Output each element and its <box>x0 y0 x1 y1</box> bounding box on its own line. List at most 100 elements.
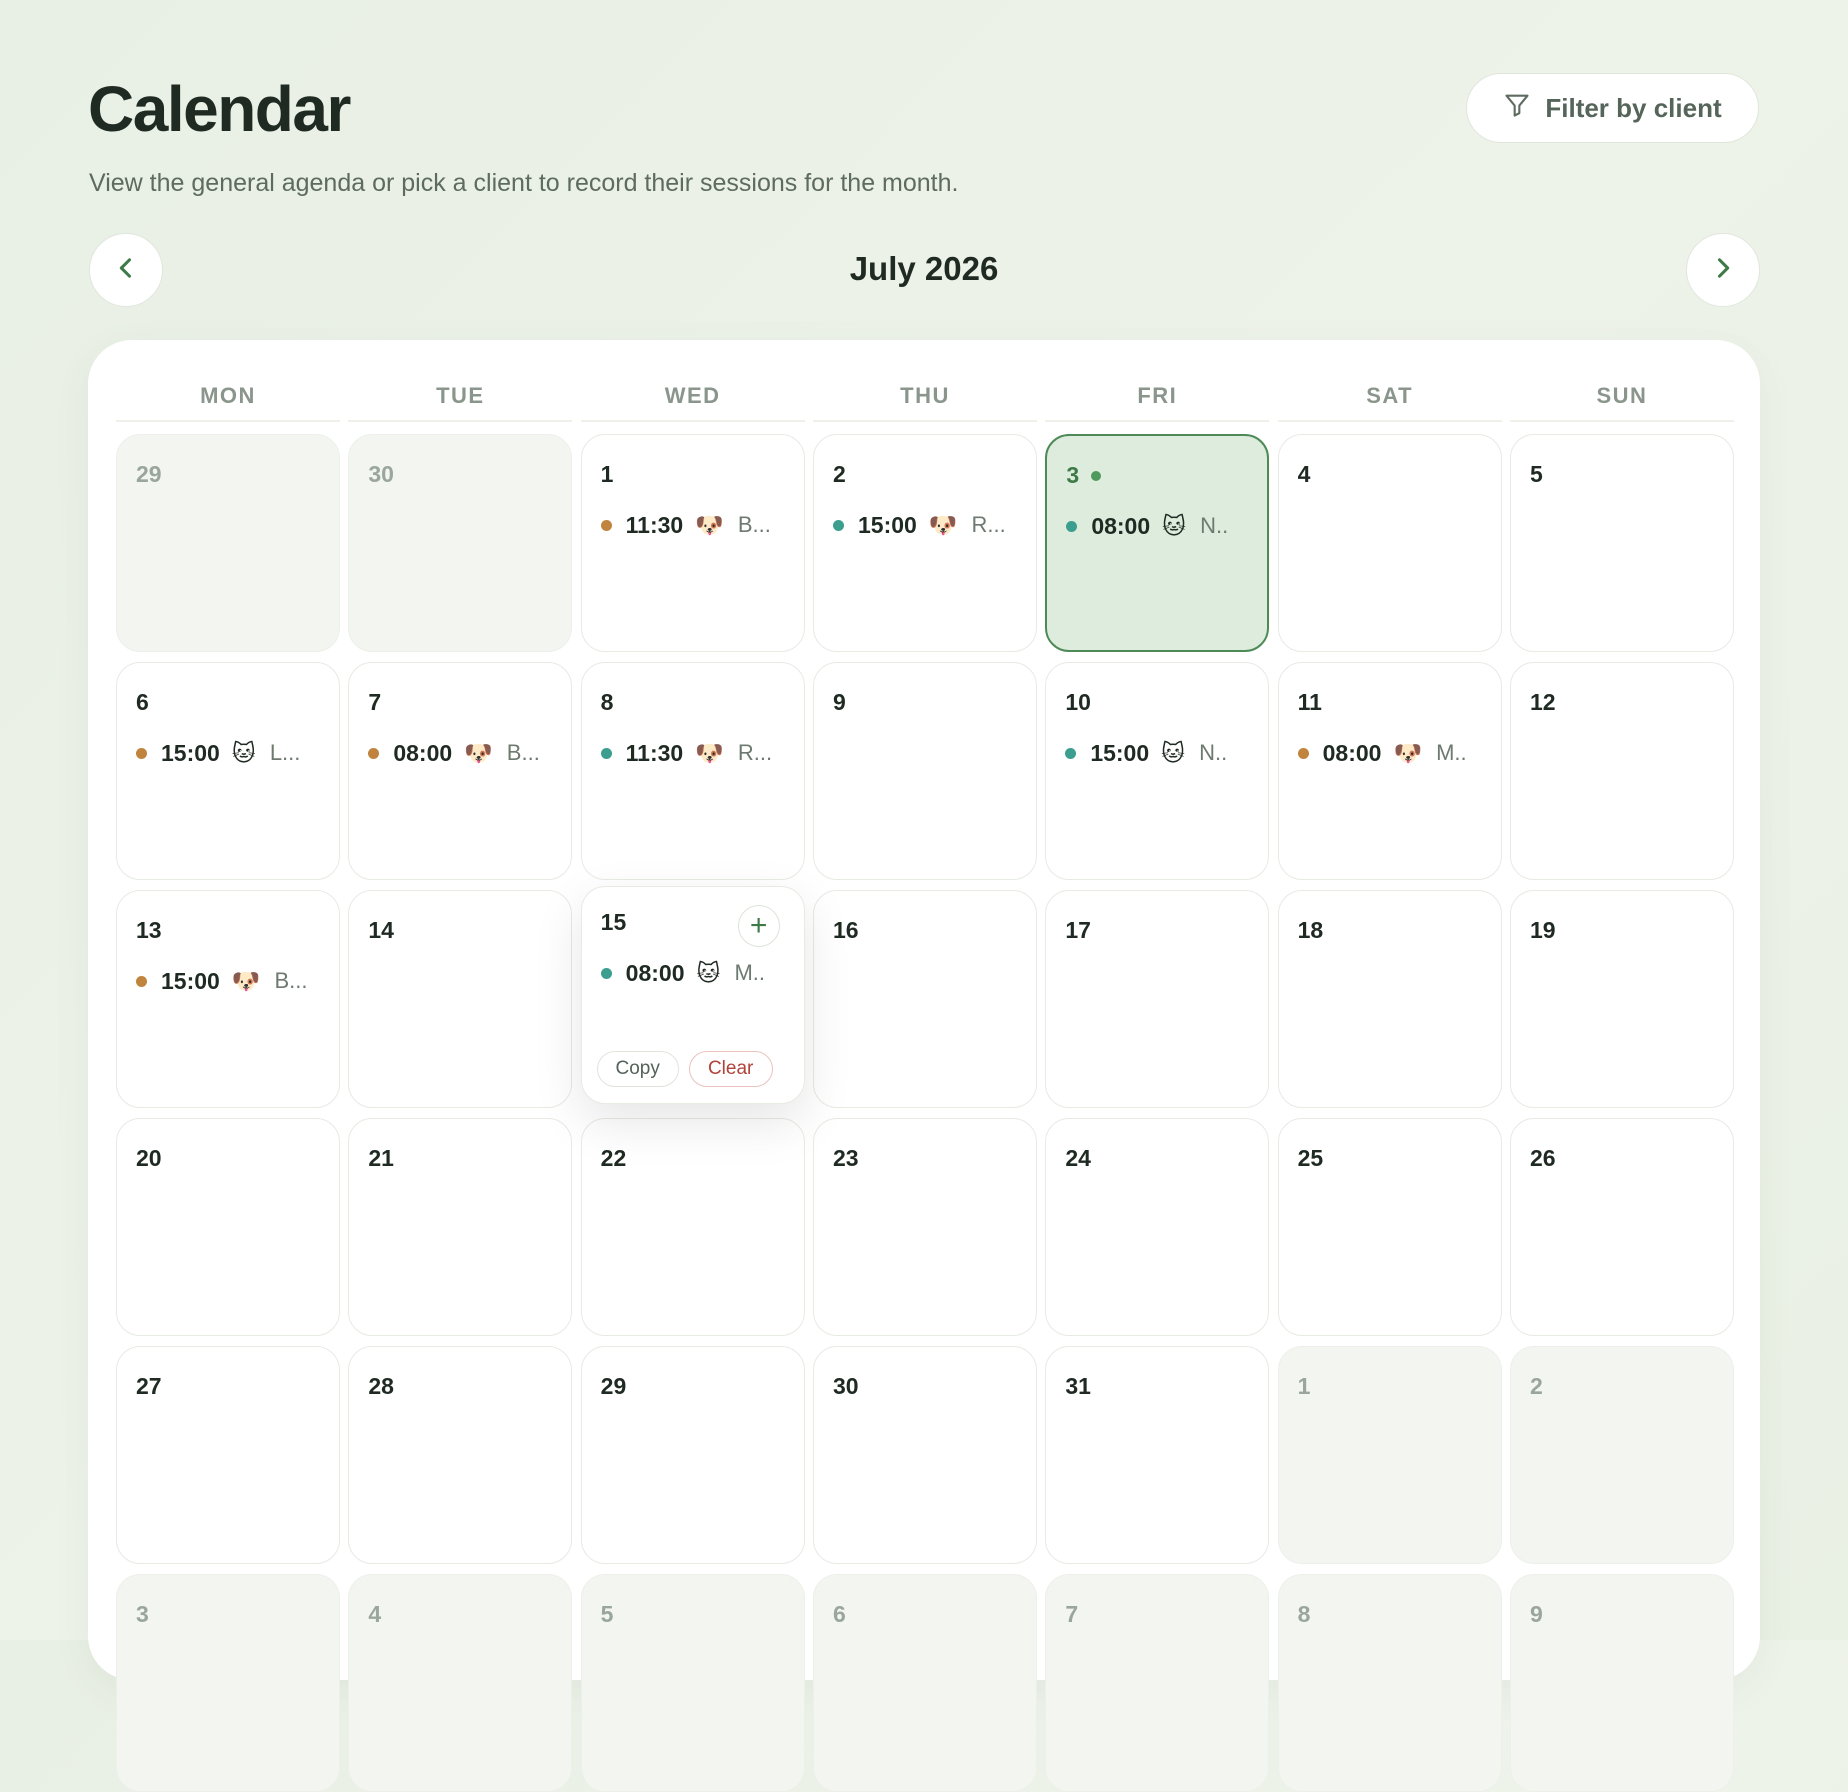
day-cell[interactable]: 5 <box>1509 434 1734 652</box>
day-cell[interactable]: 14 <box>348 890 573 1108</box>
day-number: 28 <box>368 1373 394 1399</box>
day-cell[interactable]: 5 <box>580 1574 805 1792</box>
filter-by-client-label: Filter by client <box>1545 92 1722 123</box>
session-time: 08:00 <box>625 959 685 986</box>
day-cell[interactable]: 17 <box>1045 890 1270 1108</box>
weekday-header-fri: FRI <box>1045 380 1270 422</box>
day-cell[interactable]: 6 15:00 🐱 L... <box>116 662 340 880</box>
day-cell[interactable]: 31 <box>1045 1346 1270 1564</box>
day-number: 16 <box>832 917 859 943</box>
dog-icon: 🐶 <box>928 511 958 538</box>
day-number: 31 <box>1065 1373 1091 1399</box>
copy-day-button[interactable]: Copy <box>596 1051 679 1087</box>
filter-funnel-icon <box>1503 91 1531 126</box>
clear-day-button[interactable]: Clear <box>688 1051 773 1087</box>
page-subtitle: View the general agenda or pick a client… <box>89 169 959 197</box>
day-cell[interactable]: 13 15:00 🐶 B... <box>116 890 340 1108</box>
day-cell[interactable]: 28 <box>348 1346 573 1564</box>
session-client-name: B... <box>274 968 308 993</box>
day-cell[interactable]: 22 <box>580 1118 805 1336</box>
session-client-name: M.. <box>734 960 766 985</box>
day-number: 6 <box>136 689 149 715</box>
day-cell[interactable]: 26 <box>1509 1118 1734 1336</box>
weekday-header-thu: THU <box>812 380 1037 422</box>
session-entry[interactable]: 15:00 🐱 L... <box>136 737 326 769</box>
session-status-dot <box>1065 747 1077 759</box>
day-cell[interactable]: 9 <box>812 662 1037 880</box>
day-cell[interactable]: 4 <box>348 1574 573 1792</box>
day-cell[interactable]: 7 <box>1045 1574 1270 1792</box>
day-cell[interactable]: 16 <box>812 890 1037 1108</box>
session-entry[interactable]: 08:00 🐶 B... <box>368 737 558 769</box>
day-cell[interactable]: 11 08:00 🐶 M.. <box>1277 662 1502 880</box>
day-cell[interactable]: 30 <box>812 1346 1037 1564</box>
session-entry[interactable]: 08:00 🐱 N.. <box>1066 510 1256 542</box>
chevron-right-icon <box>1709 254 1737 287</box>
day-cell[interactable]: 23 <box>812 1118 1037 1336</box>
day-cell[interactable]: 20 <box>116 1118 340 1336</box>
session-client-name: R... <box>737 740 773 765</box>
session-status-dot <box>1066 520 1078 532</box>
session-client-name: L... <box>269 740 301 765</box>
session-time: 15:00 <box>1090 739 1150 766</box>
day-cell[interactable]: 18 <box>1277 890 1502 1108</box>
day-cell[interactable]: 8 <box>1277 1574 1502 1792</box>
day-cell[interactable]: 29 <box>116 434 340 652</box>
filter-by-client-button[interactable]: Filter by client <box>1466 73 1759 143</box>
session-entry[interactable]: 08:00 🐱 M.. <box>600 957 791 989</box>
session-entry[interactable]: 15:00 🐶 B... <box>136 965 326 997</box>
session-entry[interactable]: 15:00 🐶 R... <box>832 509 1023 541</box>
day-cell[interactable]: 8 11:30 🐶 R... <box>580 662 805 880</box>
day-number: 20 <box>136 1145 162 1171</box>
session-time: 08:00 <box>1322 739 1382 766</box>
current-month-label: July 2026 <box>849 250 999 287</box>
session-status-dot <box>600 967 612 979</box>
session-client-name: R... <box>971 512 1006 537</box>
day-number: 13 <box>136 917 162 943</box>
day-cell[interactable]: 24 <box>1045 1118 1270 1336</box>
session-entry[interactable]: 11:30 🐶 B... <box>600 509 791 541</box>
day-number: 4 <box>368 1601 382 1627</box>
day-cell[interactable]: 1 <box>1277 1346 1502 1564</box>
day-cell[interactable]: 1 11:30 🐶 B... <box>580 434 805 652</box>
day-number: 10 <box>1065 689 1091 715</box>
day-cell[interactable]: 2 15:00 🐶 R... <box>812 434 1037 652</box>
add-session-button[interactable]: + <box>737 905 780 947</box>
day-cell[interactable]: 12 <box>1509 662 1734 880</box>
day-cell[interactable]: 2 <box>1509 1346 1734 1564</box>
session-entry[interactable]: 11:30 🐶 R... <box>600 737 791 769</box>
day-number: 29 <box>136 461 162 487</box>
day-cell-today[interactable]: 3 08:00 🐱 N.. <box>1045 434 1270 652</box>
day-cell[interactable]: 3 <box>116 1574 340 1792</box>
day-number: 30 <box>368 461 394 487</box>
day-cell[interactable]: 27 <box>116 1346 340 1564</box>
dog-icon: 🐶 <box>1393 739 1423 766</box>
day-cell[interactable]: 19 <box>1509 890 1734 1108</box>
day-cell[interactable]: 21 <box>348 1118 573 1336</box>
day-cell[interactable]: 30 <box>348 434 573 652</box>
session-status-dot <box>1297 747 1309 759</box>
session-entry[interactable]: 08:00 🐶 M.. <box>1297 737 1488 769</box>
session-status-dot <box>600 519 612 531</box>
day-number: 8 <box>1297 1601 1311 1627</box>
day-cell[interactable]: 7 08:00 🐶 B... <box>348 662 573 880</box>
day-cell[interactable]: 10 15:00 🐱 N.. <box>1045 662 1270 880</box>
day-cell[interactable]: 4 <box>1277 434 1502 652</box>
day-cell[interactable]: 9 <box>1509 1574 1734 1792</box>
day-cell[interactable]: 6 <box>812 1574 1037 1792</box>
cat-icon: 🐱 <box>1161 739 1186 766</box>
day-cell[interactable]: 15 08:00 🐱 M.. + Copy Clear <box>580 886 805 1104</box>
day-number: 19 <box>1529 917 1556 943</box>
day-number: 6 <box>832 1601 846 1627</box>
day-number: 8 <box>600 689 614 715</box>
day-cell[interactable]: 29 <box>580 1346 805 1564</box>
day-cell[interactable]: 25 <box>1277 1118 1502 1336</box>
day-number: 9 <box>832 689 846 715</box>
session-time: 11:30 <box>625 511 684 538</box>
day-number: 11 <box>1297 689 1322 715</box>
day-number: 29 <box>600 1373 627 1399</box>
prev-month-button[interactable] <box>89 233 163 307</box>
next-month-button[interactable] <box>1686 233 1760 307</box>
session-client-name: B... <box>737 512 771 537</box>
session-entry[interactable]: 15:00 🐱 N.. <box>1065 737 1255 769</box>
